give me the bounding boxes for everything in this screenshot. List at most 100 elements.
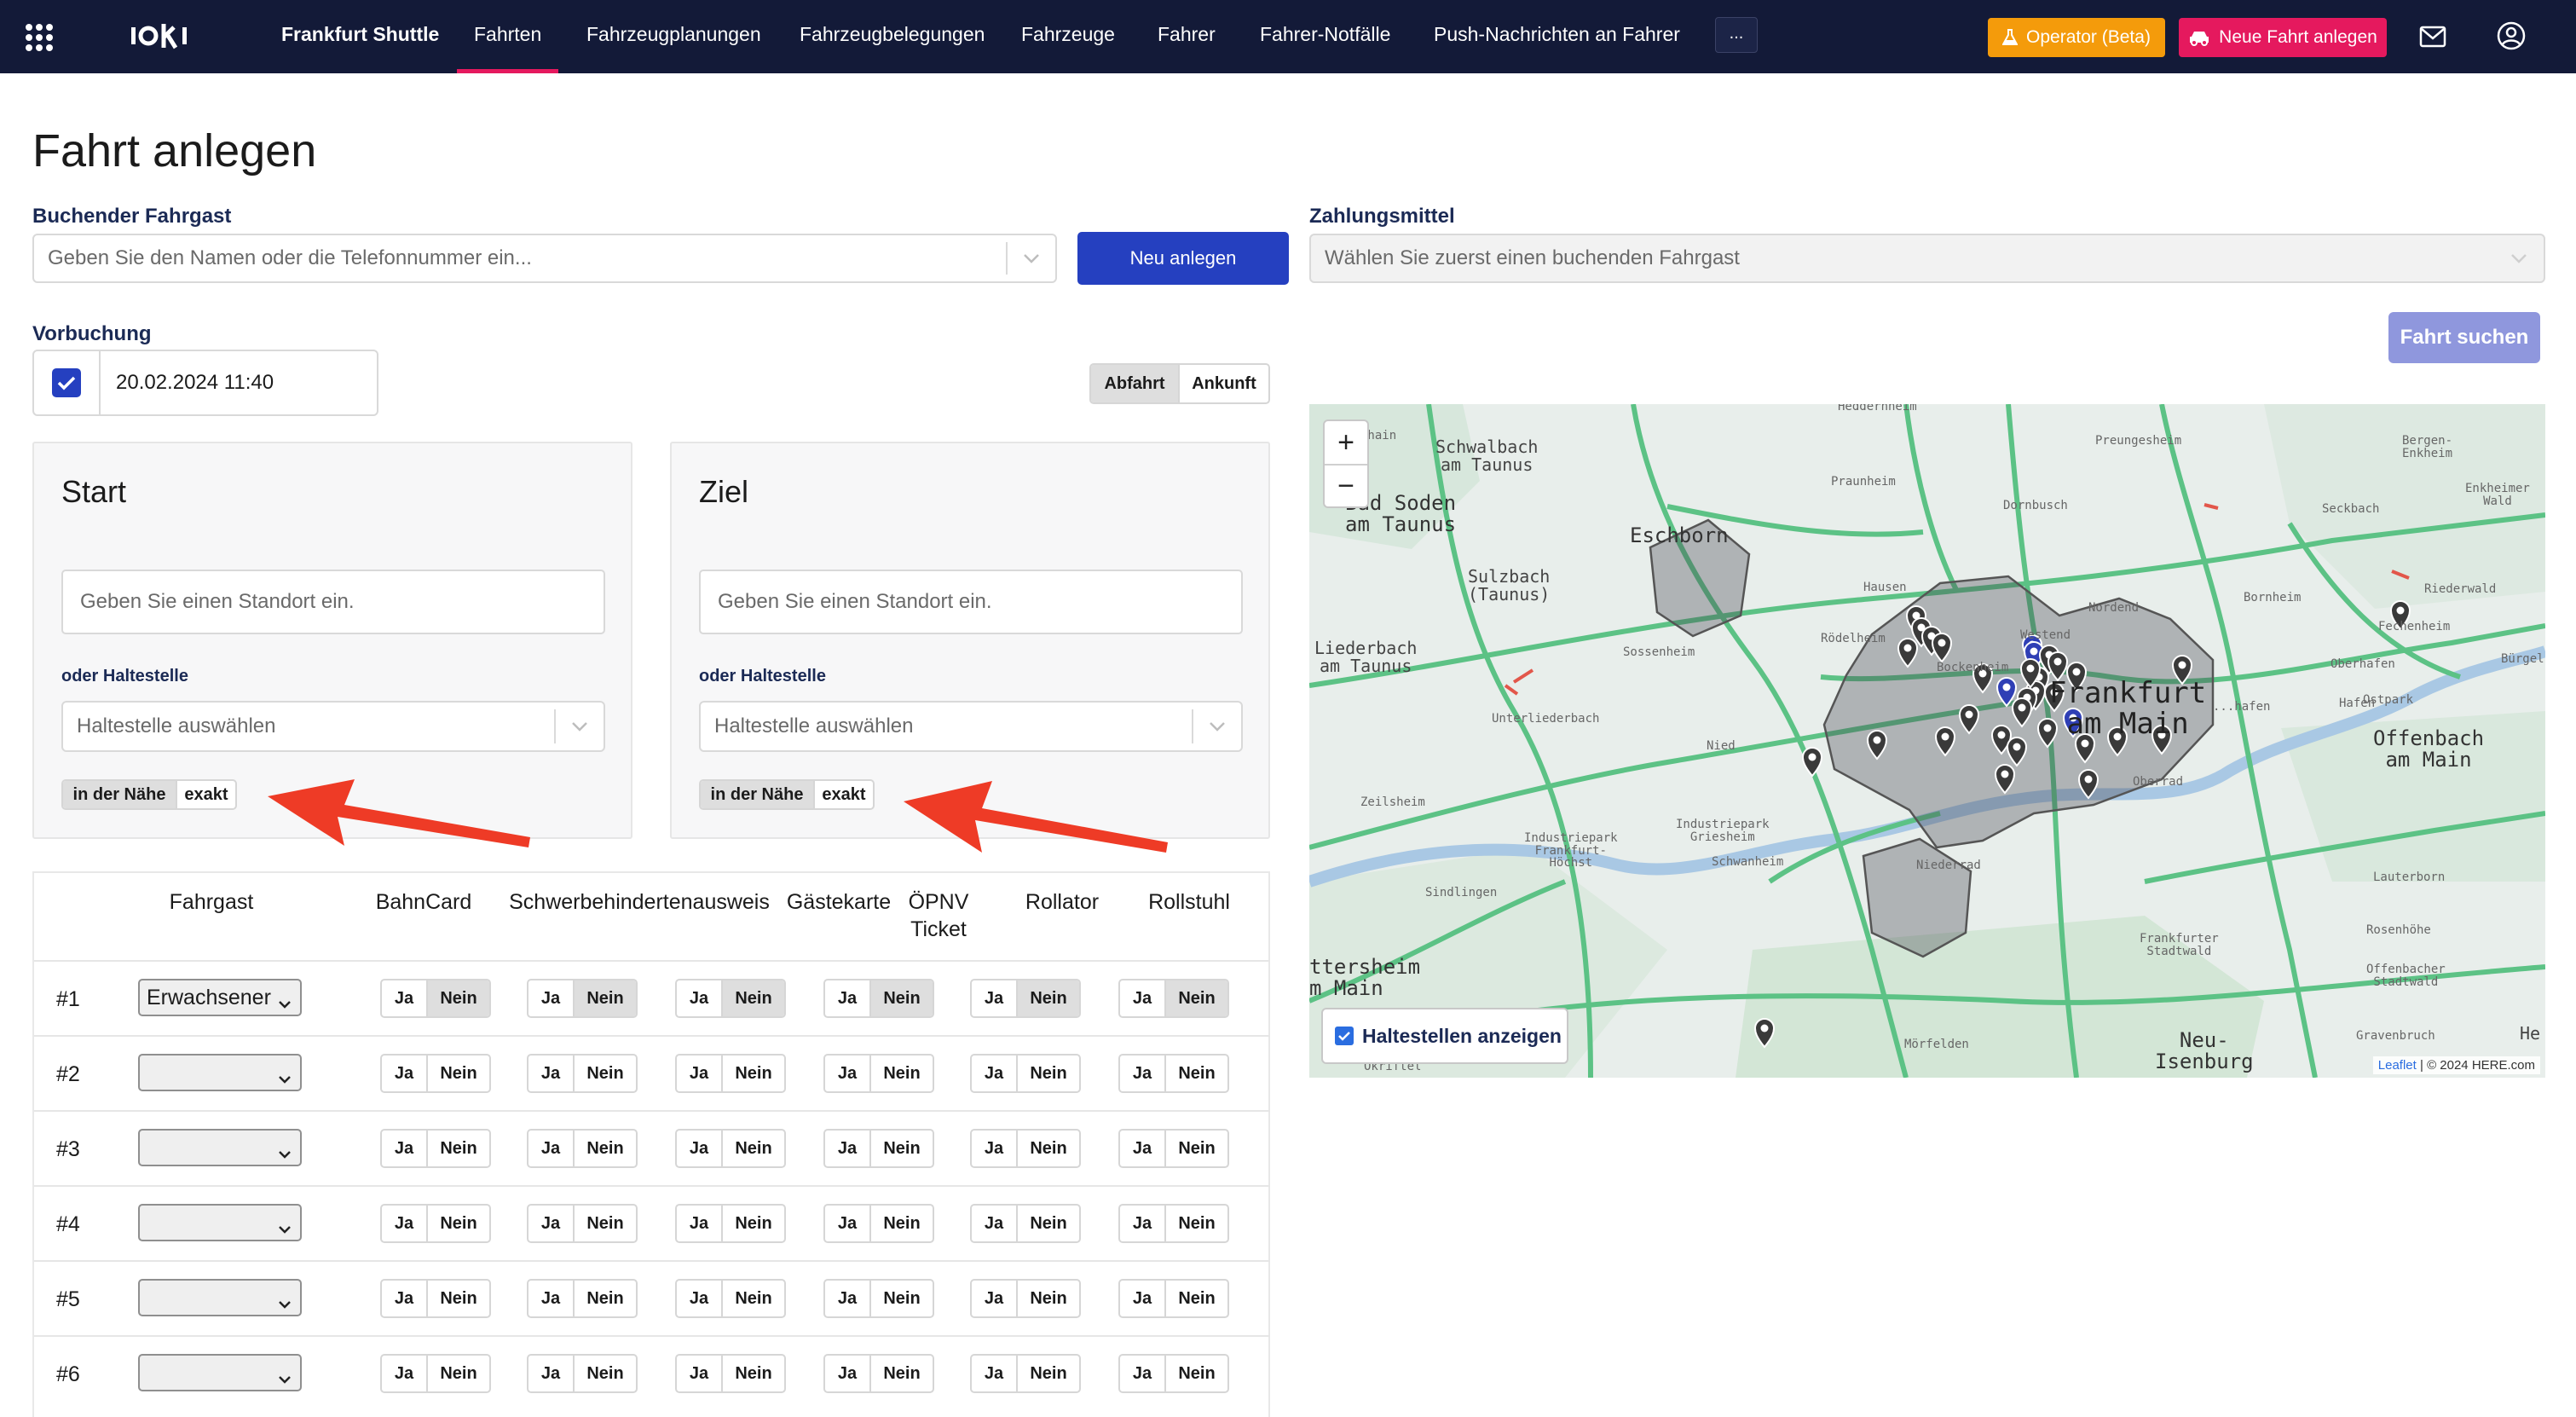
guest-card-yes-option[interactable]: Ja [677, 1131, 721, 1166]
start-mode-near[interactable]: in der Nähe [63, 781, 176, 808]
rollator-no-option[interactable]: Nein [1016, 1356, 1079, 1391]
public-transport-ticket-yes-option[interactable]: Ja [825, 1356, 869, 1391]
wheelchair-yes-option[interactable]: Ja [1120, 1206, 1164, 1241]
public-transport-ticket-yes-option[interactable]: Ja [825, 1131, 869, 1166]
zoom-in-button[interactable]: + [1325, 421, 1367, 464]
arrival-option[interactable]: Ankunft [1178, 365, 1268, 402]
guest-card-no-option[interactable]: Nein [721, 1131, 784, 1166]
guest-card-yes-option[interactable]: Ja [677, 1281, 721, 1316]
new-passenger-button[interactable]: Neu anlegen [1077, 232, 1289, 285]
disability-card-yes-option[interactable]: Ja [528, 980, 573, 1016]
rollator-no-option[interactable]: Nein [1016, 1281, 1079, 1316]
leaflet-link[interactable]: Leaflet [2378, 1058, 2417, 1073]
new-ride-button[interactable]: Neue Fahrt anlegen [2179, 18, 2387, 57]
bahncard-yes-option[interactable]: Ja [382, 1131, 426, 1166]
bahncard-yes-option[interactable]: Ja [382, 1056, 426, 1091]
bahncard-yes-option[interactable]: Ja [382, 980, 426, 1016]
rollator-yes-option[interactable]: Ja [972, 1356, 1016, 1391]
nav-item-fahrer[interactable]: Fahrer [1158, 0, 1216, 73]
wheelchair-yes-option[interactable]: Ja [1120, 980, 1164, 1016]
rollator-yes-option[interactable]: Ja [972, 1206, 1016, 1241]
show-stops-toggle[interactable]: Haltestellen anzeigen [1321, 1008, 1568, 1064]
disability-card-no-option[interactable]: Nein [573, 1056, 636, 1091]
bahncard-no-option[interactable]: Nein [426, 1281, 489, 1316]
zoom-out-button[interactable]: − [1325, 464, 1367, 506]
bahncard-no-option[interactable]: Nein [426, 1056, 489, 1091]
rollator-yes-option[interactable]: Ja [972, 1056, 1016, 1091]
guest-card-yes-option[interactable]: Ja [677, 980, 721, 1016]
disability-card-no-option[interactable]: Nein [573, 1206, 636, 1241]
disability-card-no-option[interactable]: Nein [573, 1356, 636, 1391]
start-stop-select[interactable]: Haltestelle auswählen [61, 701, 605, 752]
wheelchair-yes-option[interactable]: Ja [1120, 1131, 1164, 1166]
wheelchair-yes-option[interactable]: Ja [1120, 1356, 1164, 1391]
bahncard-no-option[interactable]: Nein [426, 980, 489, 1016]
nav-item-fahrzeuge[interactable]: Fahrzeuge [1021, 0, 1115, 73]
rollator-yes-option[interactable]: Ja [972, 1131, 1016, 1166]
show-stops-checkbox[interactable] [1335, 1027, 1354, 1045]
public-transport-ticket-no-option[interactable]: Nein [869, 1131, 933, 1166]
guest-card-yes-option[interactable]: Ja [677, 1056, 721, 1091]
wheelchair-no-option[interactable]: Nein [1164, 1056, 1227, 1091]
public-transport-ticket-no-option[interactable]: Nein [869, 980, 933, 1016]
booking-passenger-select[interactable]: Geben Sie den Namen oder die Telefonnumm… [32, 234, 1057, 283]
bahncard-yes-option[interactable]: Ja [382, 1281, 426, 1316]
disability-card-yes-option[interactable]: Ja [528, 1356, 573, 1391]
wheelchair-yes-option[interactable]: Ja [1120, 1281, 1164, 1316]
destination-location-input[interactable]: Geben Sie einen Standort ein. [699, 570, 1243, 634]
nav-item-push-nachrichten[interactable]: Push-Nachrichten an Fahrer [1434, 0, 1680, 73]
guest-card-yes-option[interactable]: Ja [677, 1356, 721, 1391]
wheelchair-no-option[interactable]: Nein [1164, 1206, 1227, 1241]
public-transport-ticket-no-option[interactable]: Nein [869, 1356, 933, 1391]
passenger-type-select[interactable] [138, 1054, 302, 1091]
apps-grid-icon[interactable] [26, 24, 53, 51]
passenger-type-select[interactable]: Erwachsener [138, 979, 302, 1016]
bahncard-no-option[interactable]: Nein [426, 1356, 489, 1391]
public-transport-ticket-yes-option[interactable]: Ja [825, 1281, 869, 1316]
prebooking-checkbox[interactable] [52, 368, 81, 397]
rollator-no-option[interactable]: Nein [1016, 1206, 1079, 1241]
guest-card-no-option[interactable]: Nein [721, 1356, 784, 1391]
prebooking-checkbox-wrapper[interactable] [32, 350, 101, 416]
guest-card-yes-option[interactable]: Ja [677, 1206, 721, 1241]
public-transport-ticket-yes-option[interactable]: Ja [825, 1056, 869, 1091]
rollator-no-option[interactable]: Nein [1016, 1056, 1079, 1091]
disability-card-yes-option[interactable]: Ja [528, 1056, 573, 1091]
rollator-yes-option[interactable]: Ja [972, 1281, 1016, 1316]
public-transport-ticket-no-option[interactable]: Nein [869, 1206, 933, 1241]
guest-card-no-option[interactable]: Nein [721, 980, 784, 1016]
public-transport-ticket-no-option[interactable]: Nein [869, 1281, 933, 1316]
nav-item-fahrten[interactable]: Fahrten [456, 0, 559, 73]
wheelchair-no-option[interactable]: Nein [1164, 1281, 1227, 1316]
disability-card-yes-option[interactable]: Ja [528, 1131, 573, 1166]
public-transport-ticket-no-option[interactable]: Nein [869, 1056, 933, 1091]
nav-item-fahrer-notfaelle[interactable]: Fahrer-Notfälle [1260, 0, 1390, 73]
destination-stop-select[interactable]: Haltestelle auswählen [699, 701, 1243, 752]
wheelchair-no-option[interactable]: Nein [1164, 1131, 1227, 1166]
public-transport-ticket-yes-option[interactable]: Ja [825, 980, 869, 1016]
search-ride-button[interactable]: Fahrt suchen [2388, 312, 2540, 363]
disability-card-yes-option[interactable]: Ja [528, 1206, 573, 1241]
passenger-type-select[interactable] [138, 1354, 302, 1391]
rollator-no-option[interactable]: Nein [1016, 980, 1079, 1016]
public-transport-ticket-yes-option[interactable]: Ja [825, 1206, 869, 1241]
guest-card-no-option[interactable]: Nein [721, 1206, 784, 1241]
payment-method-select[interactable]: Wählen Sie zuerst einen buchenden Fahrga… [1309, 234, 2545, 283]
ioki-logo[interactable] [130, 15, 198, 56]
disability-card-no-option[interactable]: Nein [573, 1281, 636, 1316]
rollator-no-option[interactable]: Nein [1016, 1131, 1079, 1166]
bahncard-no-option[interactable]: Nein [426, 1206, 489, 1241]
guest-card-no-option[interactable]: Nein [721, 1281, 784, 1316]
wheelchair-no-option[interactable]: Nein [1164, 1356, 1227, 1391]
wheelchair-no-option[interactable]: Nein [1164, 980, 1227, 1016]
passenger-type-select[interactable] [138, 1279, 302, 1316]
passenger-type-select[interactable] [138, 1129, 302, 1166]
prebooking-datetime-input[interactable]: 20.02.2024 11:40 [99, 350, 378, 416]
user-account-icon[interactable] [2496, 20, 2527, 51]
start-mode-exact[interactable]: exakt [176, 781, 235, 808]
nav-item-fahrzeugplanungen[interactable]: Fahrzeugplanungen [586, 0, 761, 73]
destination-mode-near[interactable]: in der Nähe [701, 781, 813, 808]
operator-beta-button[interactable]: Operator (Beta) [1988, 18, 2165, 57]
start-location-input[interactable]: Geben Sie einen Standort ein. [61, 570, 605, 634]
guest-card-no-option[interactable]: Nein [721, 1056, 784, 1091]
